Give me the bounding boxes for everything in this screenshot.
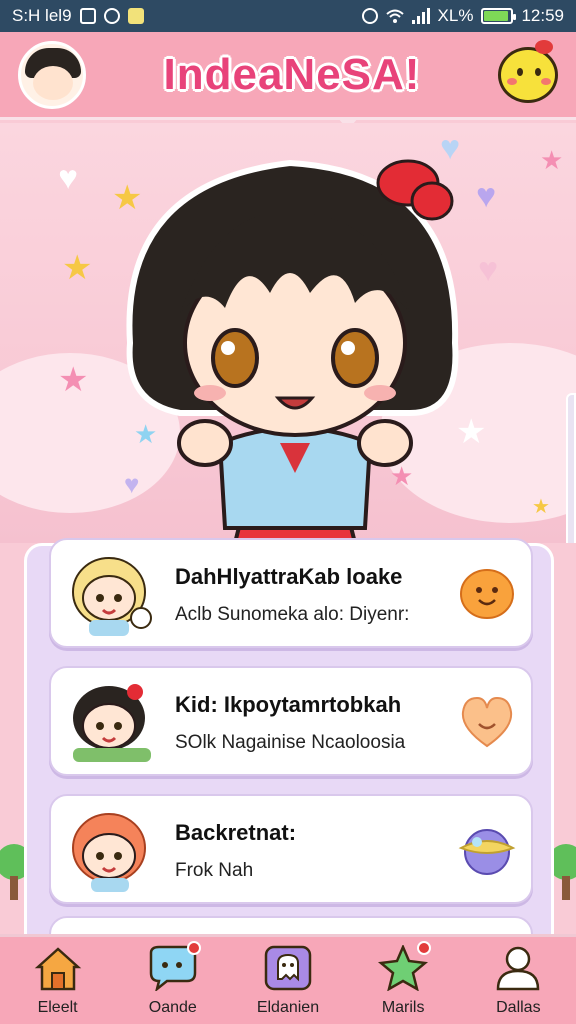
ghost-icon <box>264 945 312 990</box>
heart-deco-icon: ♥ <box>58 159 79 197</box>
status-right: XL% 12:59 <box>361 6 564 26</box>
tab-favorites[interactable]: Marils <box>353 940 453 1017</box>
avatar-icon[interactable] <box>18 40 86 109</box>
star-deco-icon: ★ <box>62 249 93 287</box>
tab-label: Eldanien <box>256 998 320 1016</box>
list-item[interactable]: DahHlyattraKab loake Aclb Sunomeka alo: … <box>49 538 533 648</box>
tab-chat[interactable]: Oande <box>123 940 223 1017</box>
blonde-girl-avatar <box>72 557 152 636</box>
mascot-icon[interactable] <box>497 39 558 103</box>
list-item-title: Backretnat: <box>175 820 297 845</box>
heart-deco-icon: ♥ <box>478 251 499 289</box>
scroll-handle[interactable] <box>566 393 576 543</box>
app-title: IndeaNeSA! <box>163 49 421 99</box>
app-header: IndeaNeSA! <box>0 32 576 120</box>
list-panel: DahHlyattraKab loake Aclb Sunomeka alo: … <box>24 538 554 956</box>
list-item-subtitle: SOlk Nagainise Ncaoloosia <box>175 732 406 753</box>
alarm-icon <box>103 8 120 24</box>
dark-hair-girl-avatar <box>73 684 151 762</box>
tab-profile[interactable]: Dallas <box>468 945 568 1017</box>
notification-badge <box>417 940 432 955</box>
notification-badge <box>186 940 201 955</box>
chibi-character-illustration <box>126 159 459 543</box>
star-deco-icon: ★ <box>540 145 564 175</box>
chat-bubble-icon <box>147 940 201 992</box>
profile-icon <box>497 946 540 990</box>
tab-label: Eleelt <box>37 998 78 1016</box>
status-left: S:H lel9 <box>12 6 144 26</box>
alarm-clock-icon <box>361 8 378 24</box>
puzzle-icon <box>127 8 144 24</box>
tab-label: Marils <box>381 998 425 1016</box>
battery-icon <box>481 8 517 24</box>
home-icon <box>34 946 81 990</box>
list-item-title: Kid: Ikpoytamrtobkah <box>175 692 402 717</box>
list-item-subtitle: Aclb Sunomeka alo: Diyenr: <box>175 604 410 625</box>
star-deco-icon: ★ <box>58 361 89 399</box>
orange-hair-girl-avatar <box>72 813 146 892</box>
status-bar: S:H lel9 XL% 12:59 <box>0 0 576 32</box>
star-icon <box>377 940 432 992</box>
list-item-subtitle: Frok Nah <box>175 860 254 881</box>
list-item-title: DahHlyattraKab loake <box>175 564 403 589</box>
star-deco-icon: ★ <box>532 496 550 518</box>
tab-label: Dallas <box>496 998 541 1016</box>
status-time: 12:59 <box>521 6 564 25</box>
list-item[interactable]: Backretnat: Frok Nah <box>49 794 533 904</box>
tab-label: Oande <box>148 998 197 1016</box>
wifi-icon <box>385 9 404 23</box>
status-left-text: S:H lel9 <box>12 6 72 25</box>
battery-level <box>484 11 508 21</box>
message-icon <box>79 8 96 24</box>
planet-icon[interactable] <box>457 822 517 878</box>
bottom-tab-bar: Eleelt Oande Eldanien Marils Dallas <box>0 934 576 1024</box>
battery-text: XL% <box>437 6 474 25</box>
tab-gallery[interactable]: Eldanien <box>238 945 338 1017</box>
hero-banner: ♥ ★ ★ ★ ★ ♥ ♥ ★ ♥ ★ ★ ♥ ★ <box>0 123 576 543</box>
tab-home[interactable]: Eleelt <box>8 945 108 1017</box>
signal-icon <box>411 8 430 24</box>
heart-icon[interactable] <box>457 694 517 750</box>
peach-face-icon[interactable] <box>457 566 517 622</box>
list-item[interactable]: Kid: Ikpoytamrtobkah SOlk Nagainise Ncao… <box>49 666 533 776</box>
